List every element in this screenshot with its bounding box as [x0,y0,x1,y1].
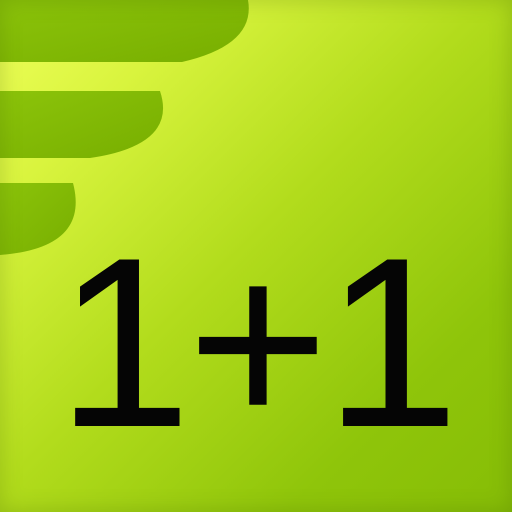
stripe-top [0,0,249,62]
icon-label: 1+1 [56,208,460,478]
app-icon[interactable]: 1+1 [0,0,512,512]
stripe-middle [0,91,164,158]
